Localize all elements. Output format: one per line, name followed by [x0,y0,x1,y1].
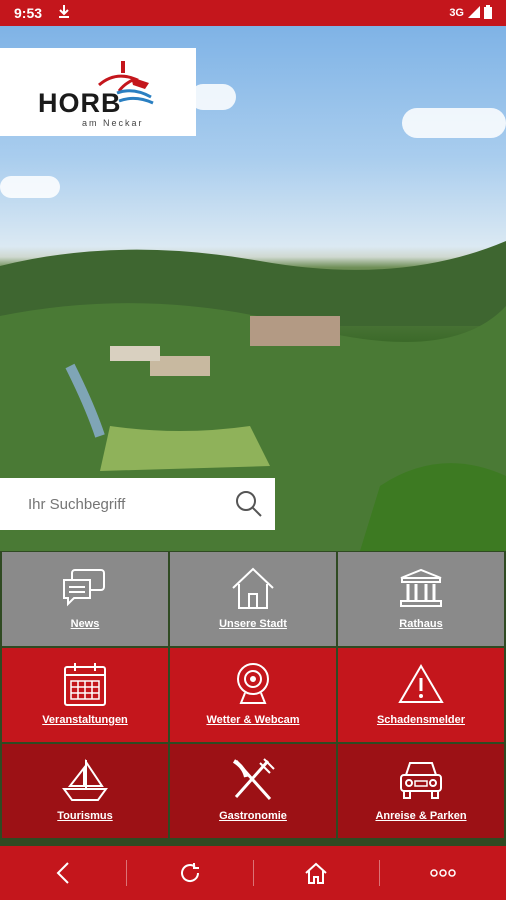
sailboat-icon [62,756,108,804]
back-icon [56,862,69,884]
tile-label: Anreise & Parken [375,810,467,822]
tile-news[interactable]: News [2,552,168,646]
reload-button[interactable] [127,846,253,900]
house-icon [230,564,276,612]
tile-label: Tourismus [57,810,113,822]
tile-label: Schadensmelder [376,714,466,726]
status-bar: 9:53 3G [0,0,506,26]
more-icon [430,869,456,877]
tile-anreise-parken[interactable]: Anreise & Parken [338,744,504,838]
car-icon [398,756,444,804]
battery-icon [484,4,492,22]
chat-bubbles-icon [62,564,108,612]
tile-unsere-stadt[interactable]: Unsere Stadt [170,552,336,646]
download-icon [58,4,70,22]
bottom-navigation [0,846,506,900]
webcam-icon [233,660,273,708]
tile-label: Rathaus [399,618,443,630]
home-button[interactable] [254,846,380,900]
tile-schadensmelder[interactable]: Schadensmelder [338,648,504,742]
home-icon [305,862,328,884]
more-button[interactable] [380,846,506,900]
tile-gastronomie[interactable]: Gastronomie [170,744,336,838]
town-hall-icon [399,564,443,612]
calendar-icon [63,660,107,708]
search-input[interactable] [26,494,220,514]
tile-label: Veranstaltungen [42,714,128,726]
signal-icon [468,5,480,21]
tile-label: Unsere Stadt [219,618,287,630]
status-time: 9:53 [14,5,43,21]
back-button[interactable] [0,846,126,900]
search-bar[interactable] [0,478,275,530]
warning-icon [398,660,444,708]
tile-label: Wetter & Webcam [206,714,300,726]
fork-knife-icon [230,756,276,804]
network-type: 3G [449,7,464,19]
tile-tourismus[interactable]: Tourismus [2,744,168,838]
search-icon[interactable] [235,490,263,523]
logo-emblem-icon [98,61,154,105]
tile-wetter-webcam[interactable]: Wetter & Webcam [170,648,336,742]
tile-rathaus[interactable]: Rathaus [338,552,504,646]
tile-veranstaltungen[interactable]: Veranstaltungen [2,648,168,742]
logo-subtitle: am Neckar [82,118,144,128]
tile-label: Gastronomie [219,810,287,822]
tile-label: News [70,618,100,630]
reload-icon [180,863,199,882]
menu-grid: News Unsere Stadt Rathaus Veranstaltunge… [0,551,506,843]
